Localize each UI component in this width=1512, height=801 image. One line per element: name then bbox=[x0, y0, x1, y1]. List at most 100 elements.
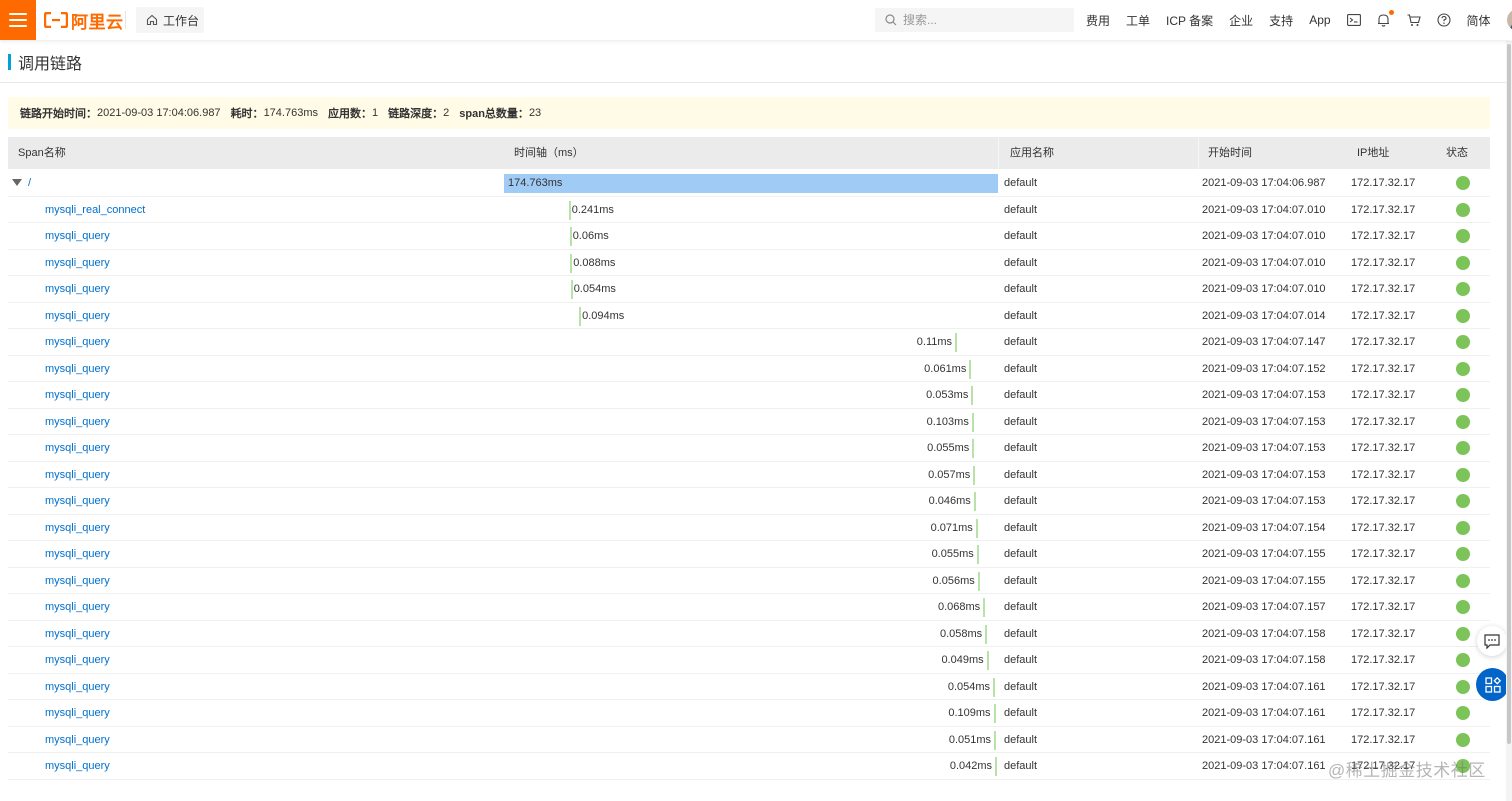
table-row[interactable]: mysqli_query 0.054ms default 2021-09-03 17:… bbox=[8, 276, 1490, 303]
bell-icon[interactable] bbox=[1377, 10, 1394, 27]
table-row[interactable]: mysqli_query 0.049ms default 2021-09-03 17:… bbox=[8, 647, 1490, 674]
span-name-link[interactable]: mysqli_query bbox=[45, 382, 110, 408]
app-name-cell: default bbox=[1004, 627, 1038, 640]
status-ok-icon bbox=[1456, 335, 1470, 349]
status-ok-icon bbox=[1456, 255, 1470, 270]
span-name-link[interactable]: mysqli_query bbox=[45, 515, 110, 541]
app-name-cell: default bbox=[1004, 442, 1038, 454]
nav-support[interactable]: 支持 bbox=[1269, 12, 1293, 29]
timeline-bar bbox=[568, 200, 571, 220]
ip-cell: 172.17.32.17 bbox=[1351, 627, 1416, 640]
title-accent-bar bbox=[8, 54, 11, 70]
start-time-cell: 2021-09-03 17:04:07.153 bbox=[1202, 415, 1326, 428]
table-row[interactable]: mysqli_query 0.057ms default 2021-09-03 17:… bbox=[8, 462, 1490, 488]
span-name-link[interactable]: mysqli_query bbox=[45, 250, 110, 276]
timeline-duration-label: 0.054ms bbox=[947, 680, 991, 693]
ip-cell: 172.17.32.17 bbox=[1351, 389, 1416, 401]
span-name-link[interactable]: mysqli_query bbox=[45, 674, 110, 700]
table-row[interactable]: / 174.763ms default 2021-09-03 17:04:06.987… bbox=[8, 170, 1490, 197]
nav-app[interactable]: App bbox=[1309, 13, 1330, 27]
nav-icp[interactable]: ICP 备案 bbox=[1166, 12, 1213, 29]
span-name-link[interactable]: mysqli_query bbox=[45, 276, 110, 302]
span-name-link[interactable]: mysqli_query bbox=[45, 621, 110, 647]
depth-label: 链路深度： bbox=[388, 108, 444, 120]
span-name-link[interactable]: mysqli_query bbox=[45, 462, 110, 488]
hamburger-menu-button[interactable] bbox=[0, 0, 36, 40]
timeline-cell: 0.053ms bbox=[504, 382, 998, 408]
span-name-link[interactable]: mysqli_query bbox=[45, 329, 110, 355]
ip-cell: 172.17.32.17 bbox=[1351, 203, 1416, 216]
language-switch[interactable]: 简体 bbox=[1467, 12, 1491, 29]
table-row[interactable]: mysqli_real_connect 0.241ms default 2021-09… bbox=[8, 197, 1490, 223]
table-row[interactable]: mysqli_query 0.058ms default 2021-09-03 17:… bbox=[8, 621, 1490, 647]
workbench-button[interactable]: 工作台 bbox=[136, 7, 204, 33]
span-name-link[interactable]: mysqli_query bbox=[45, 303, 110, 329]
avatar[interactable] bbox=[1506, 9, 1512, 31]
span-name-link[interactable]: mysqli_query bbox=[45, 753, 110, 779]
start-time-cell: 2021-09-03 17:04:07.010 bbox=[1202, 256, 1326, 269]
table-row[interactable]: mysqli_query 0.103ms default 2021-09-03 17:… bbox=[8, 409, 1490, 435]
status-ok-icon bbox=[1456, 653, 1470, 667]
table-row[interactable]: mysqli_query 0.071ms default 2021-09-03 17:… bbox=[8, 515, 1490, 541]
table-row[interactable]: mysqli_query 0.109ms default 2021-09-03 17:… bbox=[8, 700, 1490, 727]
span-name-link[interactable]: mysqli_query bbox=[45, 488, 110, 514]
table-row[interactable]: mysqli_query 0.06ms default 2021-09-03 17:0… bbox=[8, 223, 1490, 250]
aliyun-logo[interactable]: 阿里云 bbox=[44, 8, 124, 32]
apps-button[interactable] bbox=[1476, 668, 1509, 701]
span-name-link[interactable]: mysqli_query bbox=[45, 356, 110, 382]
table-row[interactable]: mysqli_query 0.068ms default 2021-09-03 17:… bbox=[8, 594, 1490, 621]
timeline-cell: 0.046ms bbox=[504, 488, 998, 514]
ip-cell: 172.17.32.17 bbox=[1351, 680, 1416, 693]
ip-cell: 172.17.32.17 bbox=[1351, 521, 1416, 534]
table-row[interactable]: mysqli_query 0.054ms default 2021-09-03 17:… bbox=[8, 674, 1490, 700]
search-box[interactable] bbox=[875, 8, 1074, 32]
span-name-link[interactable]: / bbox=[28, 170, 31, 196]
span-name-link[interactable]: mysqli_query bbox=[45, 727, 110, 753]
cart-icon[interactable] bbox=[1407, 13, 1421, 27]
table-row[interactable]: mysqli_query 0.051ms default 2021-09-03 17:… bbox=[8, 727, 1490, 753]
span-name-link[interactable]: mysqli_query bbox=[45, 223, 110, 249]
table-row[interactable]: mysqli_query 0.094ms default 2021-09-03 17:… bbox=[8, 303, 1490, 329]
collapse-toggle-icon[interactable] bbox=[12, 179, 22, 186]
nav-enterprise[interactable]: 企业 bbox=[1229, 12, 1253, 29]
table-row[interactable]: mysqli_query 0.053ms default 2021-09-03 17:… bbox=[8, 382, 1490, 409]
table-row[interactable]: mysqli_query 0.061ms default 2021-09-03 17:… bbox=[8, 356, 1490, 382]
start-time-cell: 2021-09-03 17:04:07.010 bbox=[1202, 203, 1326, 216]
terminal-icon[interactable] bbox=[1346, 13, 1361, 27]
nav-tickets[interactable]: 工单 bbox=[1126, 12, 1150, 29]
table-row[interactable]: mysqli_query 0.042ms default 2021-09-03 17:… bbox=[8, 753, 1490, 780]
table-row[interactable]: mysqli_query 0.056ms default 2021-09-03 17:… bbox=[8, 568, 1490, 594]
timeline-cell: 0.088ms bbox=[504, 250, 998, 276]
timeline-duration-label: 174.763ms bbox=[508, 177, 563, 189]
chat-button[interactable] bbox=[1477, 626, 1507, 656]
status-ok-icon bbox=[1456, 308, 1470, 323]
table-row[interactable]: mysqli_query 0.11ms default 2021-09-03 17:0… bbox=[8, 329, 1490, 356]
table-row[interactable]: mysqli_query 0.055ms default 2021-09-03 17:… bbox=[8, 435, 1490, 462]
span-name-link[interactable]: mysqli_query bbox=[45, 435, 110, 461]
timeline-duration-label: 0.068ms bbox=[937, 601, 981, 613]
status-ok-icon bbox=[1456, 441, 1470, 455]
timeline-cell: 0.068ms bbox=[504, 594, 998, 620]
timeline-cell: 0.058ms bbox=[504, 621, 998, 647]
start-time-cell: 2021-09-03 17:04:07.161 bbox=[1202, 707, 1326, 719]
span-name-link[interactable]: mysqli_real_connect bbox=[45, 197, 145, 223]
span-name-link[interactable]: mysqli_query bbox=[45, 568, 110, 594]
timeline-duration-label: 0.11ms bbox=[916, 336, 953, 348]
span-name-link[interactable]: mysqli_query bbox=[45, 700, 110, 726]
start-time-cell: 2021-09-03 17:04:07.158 bbox=[1202, 627, 1326, 640]
span-name-link[interactable]: mysqli_query bbox=[45, 409, 110, 435]
watermark: @稀土掘金技术社区 bbox=[1328, 761, 1486, 780]
help-icon[interactable] bbox=[1436, 13, 1451, 27]
span-name-link[interactable]: mysqli_query bbox=[45, 594, 110, 620]
table-row[interactable]: mysqli_query 0.046ms default 2021-09-03 17:… bbox=[8, 488, 1490, 515]
search-input[interactable] bbox=[903, 13, 1063, 27]
span-name-link[interactable]: mysqli_query bbox=[45, 647, 110, 673]
timeline-duration-label: 0.056ms bbox=[932, 574, 975, 587]
app-name-cell: default bbox=[1004, 256, 1038, 269]
start-time-cell: 2021-09-03 17:04:07.153 bbox=[1202, 495, 1326, 507]
nav-fees[interactable]: 费用 bbox=[1086, 12, 1110, 29]
scrollbar-thumb[interactable] bbox=[1507, 44, 1511, 744]
table-row[interactable]: mysqli_query 0.088ms default 2021-09-03 17:… bbox=[8, 250, 1490, 276]
span-name-link[interactable]: mysqli_query bbox=[45, 541, 110, 567]
table-row[interactable]: mysqli_query 0.055ms default 2021-09-03 17:… bbox=[8, 541, 1490, 568]
